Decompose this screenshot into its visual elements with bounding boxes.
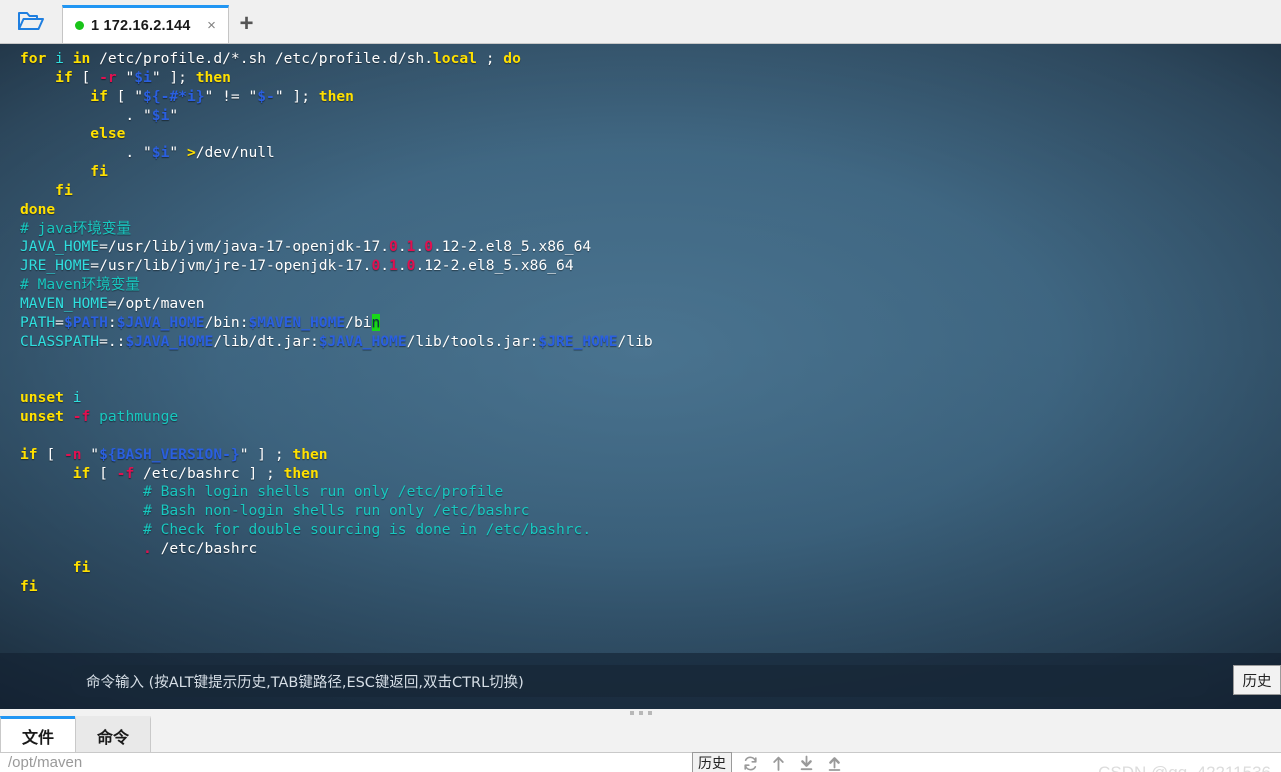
bottom-panel: 文件 命令 /opt/maven 历史 bbox=[0, 716, 1281, 772]
terminal-line: PATH=$PATH:$JAVA_HOME/bin:$MAVEN_HOME/bi… bbox=[20, 313, 381, 331]
file-history-button[interactable]: 历史 bbox=[692, 752, 732, 772]
session-tab-label: 1 172.16.2.144 bbox=[91, 17, 191, 34]
terminal-line: . "$i" bbox=[20, 106, 179, 124]
current-path-label: /opt/maven bbox=[8, 754, 83, 771]
session-tab[interactable]: 1 172.16.2.144 × bbox=[62, 5, 229, 43]
terminal-line: else bbox=[90, 125, 126, 143]
terminal-output-area[interactable]: for i in /etc/profile.d/*.sh /etc/profil… bbox=[0, 44, 1281, 709]
terminal-line: fi bbox=[72, 558, 91, 576]
terminal-line: if [ "${-#*i}" != "$-" ]; then bbox=[90, 87, 354, 105]
close-icon[interactable]: × bbox=[202, 16, 222, 36]
terminal-line: for i in /etc/profile.d/*.sh /etc/profil… bbox=[20, 50, 521, 67]
terminal-line: unset i bbox=[20, 389, 82, 407]
terminal-line: if [ -r "$i" ]; then bbox=[55, 68, 231, 86]
terminal-line: fi bbox=[90, 163, 108, 181]
command-history-button[interactable]: 历史 bbox=[1233, 665, 1281, 695]
command-input-placeholder: 命令输入 (按ALT键提示历史,TAB键路径,ESC键返回,双击CTRL切换) bbox=[86, 674, 524, 691]
terminal-line: fi bbox=[20, 577, 38, 595]
refresh-icon[interactable] bbox=[740, 753, 760, 772]
panel-splitter[interactable] bbox=[0, 709, 1281, 717]
terminal-line: . "$i" >/dev/null bbox=[20, 144, 275, 162]
terminal-line: MAVEN_HOME=/opt/maven bbox=[20, 294, 205, 312]
text-cursor: n bbox=[371, 313, 381, 331]
file-browser-panel: /opt/maven 历史 bbox=[0, 752, 1281, 772]
tab-bar: 1 172.16.2.144 × + bbox=[0, 0, 1281, 44]
upload-icon[interactable] bbox=[824, 753, 844, 772]
splitter-grip-icon bbox=[629, 711, 652, 715]
terminal-line: # Bash login shells run only /etc/profil… bbox=[20, 483, 504, 501]
csdn-watermark: CSDN @qq_42211536 bbox=[1098, 763, 1271, 772]
terminal-line: if [ -n "${BASH_VERSION-}" ] ; then bbox=[20, 445, 328, 463]
tab-files[interactable]: 文件 bbox=[0, 716, 76, 752]
bottom-panel-tabs: 文件 命令 bbox=[0, 716, 1281, 753]
terminal-line: JRE_HOME=/usr/lib/jvm/jre-17-openjdk-17.… bbox=[20, 257, 574, 275]
terminal-line: done bbox=[20, 200, 56, 218]
terminal-app-window: 1 172.16.2.144 × + for i in /etc/profile… bbox=[0, 0, 1281, 772]
terminal-line: # Maven环境变量 bbox=[20, 276, 140, 294]
terminal-line: # Bash non-login shells run only /etc/ba… bbox=[20, 502, 530, 520]
terminal-line: unset -f pathmunge bbox=[20, 408, 179, 426]
terminal-line: CLASSPATH=.:$JAVA_HOME/lib/dt.jar:$JAVA_… bbox=[20, 332, 653, 350]
open-folder-button[interactable] bbox=[0, 0, 62, 43]
download-icon[interactable] bbox=[796, 753, 816, 772]
terminal-line: # java环境变量 bbox=[20, 219, 132, 237]
terminal-line: fi bbox=[55, 181, 73, 199]
terminal-text: for i in /etc/profile.d/*.sh /etc/profil… bbox=[0, 44, 1281, 709]
new-tab-button[interactable]: + bbox=[229, 5, 265, 43]
terminal-line: # Check for double sourcing is done in /… bbox=[20, 521, 592, 539]
terminal-line: JAVA_HOME=/usr/lib/jvm/java-17-openjdk-1… bbox=[20, 238, 592, 256]
file-toolbar: 历史 bbox=[692, 752, 844, 772]
green-status-dot-icon bbox=[75, 21, 84, 30]
command-input-field[interactable]: 命令输入 (按ALT键提示历史,TAB键路径,ESC键返回,双击CTRL切换) bbox=[70, 665, 1210, 697]
parent-directory-icon[interactable] bbox=[768, 753, 788, 772]
terminal-line: if [ -f /etc/bashrc ] ; then bbox=[72, 464, 319, 482]
tab-commands[interactable]: 命令 bbox=[75, 716, 151, 752]
command-input-bar: 命令输入 (按ALT键提示历史,TAB键路径,ESC键返回,双击CTRL切换) … bbox=[0, 653, 1281, 709]
open-folder-icon bbox=[17, 10, 45, 32]
terminal-line: . /etc/bashrc bbox=[143, 539, 258, 557]
